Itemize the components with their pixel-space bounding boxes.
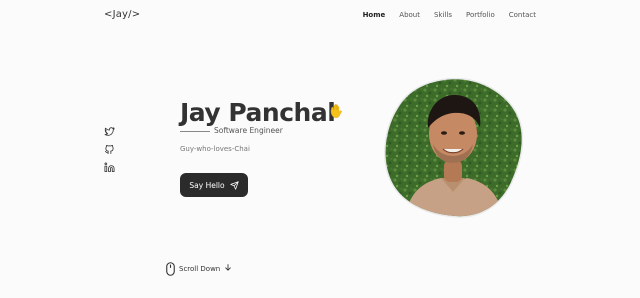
scroll-down-label: Scroll Down bbox=[179, 265, 221, 273]
waving-hand-icon bbox=[330, 104, 342, 118]
nav-about[interactable]: About bbox=[399, 11, 420, 19]
profile-photo bbox=[384, 78, 523, 218]
send-icon bbox=[229, 180, 239, 190]
site-logo[interactable]: <Jay/> bbox=[104, 9, 140, 20]
nav-portfolio[interactable]: Portfolio bbox=[466, 11, 495, 19]
hero-subtitle: Software Engineer bbox=[214, 126, 283, 135]
twitter-icon[interactable] bbox=[104, 126, 115, 137]
main-nav: Home About Skills Portfolio Contact bbox=[363, 11, 536, 19]
github-icon[interactable] bbox=[104, 144, 115, 155]
scroll-down-link[interactable]: Scroll Down bbox=[166, 262, 232, 276]
hero-name: Jay Panchal bbox=[180, 98, 336, 127]
arrow-down-icon bbox=[225, 263, 232, 271]
linkedin-icon[interactable] bbox=[104, 162, 115, 173]
hero-description: Guy-who-loves-Chai bbox=[180, 145, 250, 153]
subtitle-divider bbox=[180, 131, 210, 132]
nav-home[interactable]: Home bbox=[363, 11, 386, 19]
nav-contact[interactable]: Contact bbox=[509, 11, 536, 19]
say-hello-button[interactable]: Say Hello bbox=[180, 173, 248, 197]
social-links bbox=[104, 126, 115, 173]
mouse-icon bbox=[166, 262, 175, 276]
say-hello-label: Say Hello bbox=[189, 180, 225, 190]
nav-skills[interactable]: Skills bbox=[434, 11, 452, 19]
